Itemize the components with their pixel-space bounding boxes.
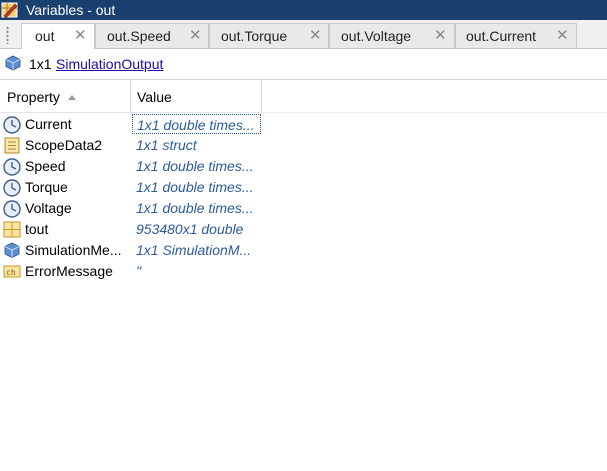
char-icon: ch	[2, 262, 22, 281]
close-icon[interactable]: ✕	[74, 28, 87, 44]
sort-ascending-icon	[68, 95, 76, 100]
field-name: ScopeData2	[25, 137, 103, 153]
close-icon[interactable]: ✕	[556, 28, 569, 44]
drag-grip-icon[interactable]	[6, 26, 9, 44]
timeseries-icon	[2, 157, 22, 176]
tab-label: out.Torque	[221, 28, 288, 44]
tab-out-voltage[interactable]: out.Voltage ✕	[329, 23, 455, 48]
window-title: Variables - out	[26, 2, 116, 18]
table-row[interactable]: Current 1x1 double times...	[0, 114, 262, 135]
table-row[interactable]: tout 953480x1 double	[0, 219, 262, 240]
field-value[interactable]: 953480x1 double	[132, 219, 261, 239]
timeseries-icon	[2, 115, 22, 134]
close-icon[interactable]: ✕	[189, 28, 202, 44]
tab-label: out.Current	[466, 28, 537, 44]
field-value[interactable]: 1x1 double times...	[132, 177, 261, 197]
field-value[interactable]: 1x1 double times...	[132, 114, 261, 134]
tab-strip: out ✕ out.Speed ✕ out.Torque ✕ out.Volta…	[0, 20, 607, 49]
table-row[interactable]: Speed 1x1 double times...	[0, 156, 262, 177]
tab-out[interactable]: out ✕	[21, 23, 95, 49]
class-link[interactable]: SimulationOutput	[56, 56, 163, 72]
variable-dimensions: 1x1	[29, 56, 52, 72]
table-row[interactable]: Torque 1x1 double times...	[0, 177, 262, 198]
variables-editor-icon	[0, 0, 20, 20]
object-icon	[2, 241, 22, 260]
matrix-icon	[2, 220, 22, 239]
field-value[interactable]: 1x1 struct	[132, 135, 261, 155]
column-header-label: Property	[7, 89, 60, 105]
field-value[interactable]: 1x1 double times...	[132, 198, 261, 218]
timeseries-icon	[2, 178, 22, 197]
title-bar: Variables - out	[0, 0, 607, 20]
variable-info-bar: 1x1 SimulationOutput	[0, 50, 607, 78]
field-name: tout	[25, 221, 49, 237]
column-header-value[interactable]: Value	[131, 80, 262, 113]
struct-field-icon	[2, 136, 22, 155]
table-row[interactable]: ScopeData2 1x1 struct	[0, 135, 262, 156]
field-name: SimulationMe...	[25, 242, 122, 258]
field-name: Voltage	[25, 200, 72, 216]
table-row[interactable]: SimulationMe... 1x1 SimulationM...	[0, 240, 262, 261]
column-header-property[interactable]: Property	[0, 80, 131, 113]
table-header: Property Value	[0, 80, 262, 113]
field-name: Torque	[25, 179, 68, 195]
table-row[interactable]: ch ErrorMessage ''	[0, 261, 262, 282]
tab-label: out	[35, 28, 55, 44]
field-name: Speed	[25, 158, 66, 174]
field-value[interactable]: 1x1 SimulationM...	[132, 240, 261, 260]
close-icon[interactable]: ✕	[434, 28, 447, 44]
tab-out-speed[interactable]: out.Speed ✕	[95, 23, 209, 48]
column-header-label: Value	[137, 89, 172, 105]
field-name: ErrorMessage	[25, 263, 113, 279]
timeseries-icon	[2, 199, 22, 218]
tab-label: out.Speed	[107, 28, 171, 44]
tab-out-current[interactable]: out.Current ✕	[455, 23, 577, 48]
tab-out-torque[interactable]: out.Torque ✕	[209, 23, 329, 48]
close-icon[interactable]: ✕	[309, 28, 322, 44]
table-row[interactable]: Voltage 1x1 double times...	[0, 198, 262, 219]
struct-icon	[5, 55, 21, 71]
field-value[interactable]: ''	[132, 261, 261, 281]
field-name: Current	[25, 116, 72, 132]
svg-text:ch: ch	[6, 268, 16, 277]
field-value[interactable]: 1x1 double times...	[132, 156, 261, 176]
tab-label: out.Voltage	[341, 28, 412, 44]
header-rule	[262, 112, 607, 113]
